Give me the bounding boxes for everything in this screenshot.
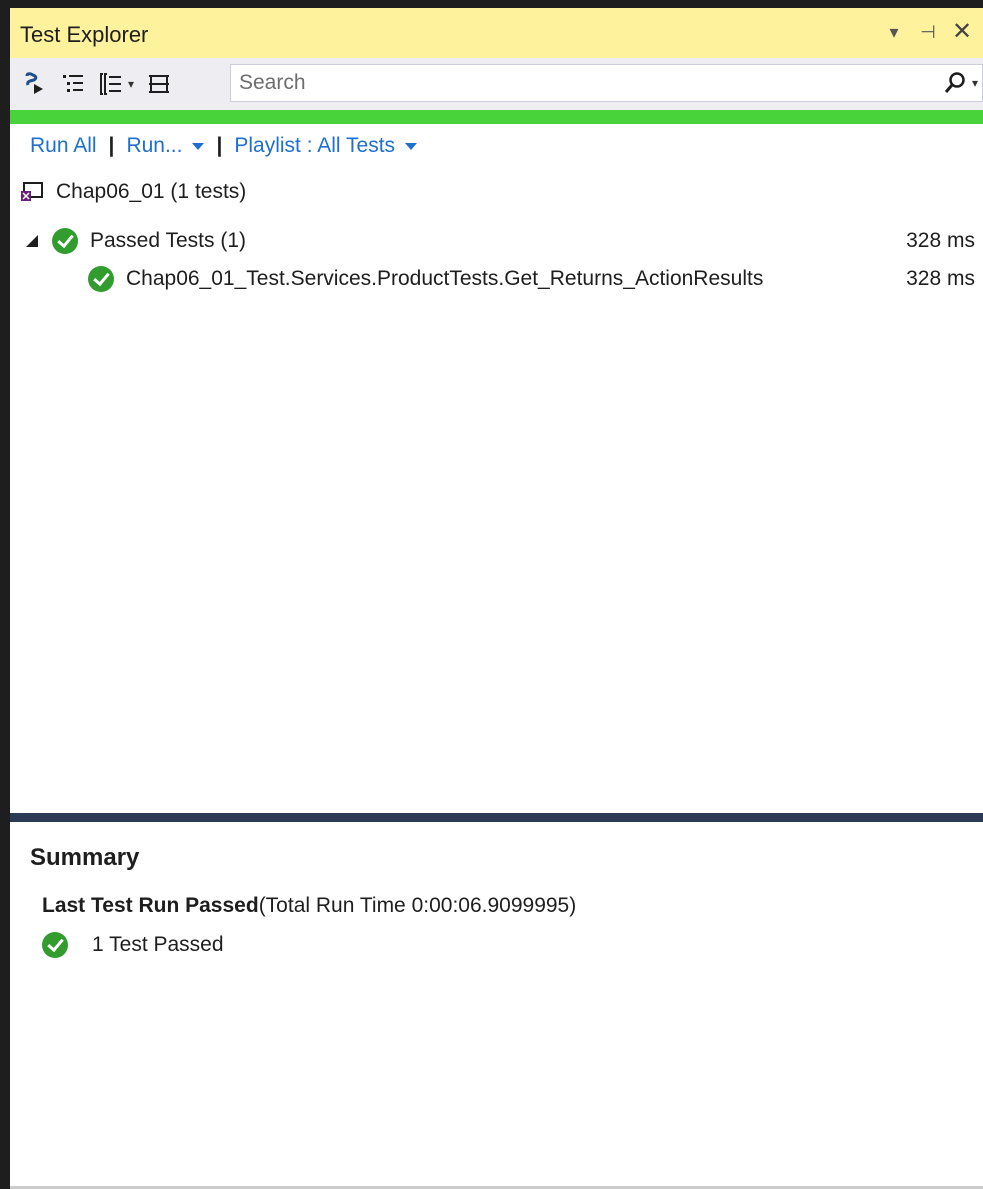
last-run-status: Last Test Run Passed [42, 894, 259, 917]
window-left-border [0, 0, 10, 1189]
search-options-dropdown-icon[interactable]: ▾ [972, 76, 978, 90]
toolbar: ▾ ▾ [10, 58, 983, 110]
run-dropdown-icon [192, 142, 205, 150]
playlist-dropdown-icon [405, 142, 418, 150]
window-title: Test Explorer [20, 22, 149, 47]
passed-count-row: 1 Test Passed [42, 928, 224, 962]
test-explorer-window: Test Explorer ▾ ⊣ ✕ ▾ Search ▾ Run All |… [0, 0, 983, 1189]
group-label: Passed Tests (1) [90, 229, 247, 252]
action-links: Run All | Run... | Playlist : All Tests [30, 130, 418, 162]
project-label: Chap06_01 (1 tests) [56, 180, 247, 203]
test-project-icon [21, 182, 43, 201]
toolbar-buttons: ▾ [22, 68, 172, 100]
run-tests-icon [25, 72, 43, 94]
playlist-label: Playlist : All Tests [234, 134, 396, 157]
close-icon[interactable]: ✕ [951, 18, 973, 46]
run-tests-button[interactable] [22, 70, 48, 98]
collapse-triangle-icon[interactable] [26, 235, 38, 247]
list-view-icon [100, 73, 121, 95]
search-icon [944, 72, 965, 93]
window-menu-dropdown-icon[interactable]: ▾ [883, 18, 905, 46]
test-name: Chap06_01_Test.Services.ProductTests.Get… [126, 267, 764, 290]
pin-icon[interactable]: ⊣ [917, 18, 939, 46]
title-controls: ▾ ⊣ ✕ [883, 18, 973, 46]
action-separator: | [108, 134, 115, 157]
run-dropdown-label: Run... [126, 134, 183, 157]
passed-check-icon [52, 228, 78, 254]
last-run-line: Last Test Run Passed(Total Run Time 0:00… [42, 894, 576, 918]
window-top-border [0, 0, 983, 8]
run-status-bar [10, 110, 983, 124]
run-all-link[interactable]: Run All [30, 134, 97, 158]
run-dropdown-link[interactable]: Run... [126, 134, 205, 158]
group-duration: 328 ms [906, 229, 975, 252]
pane-splitter[interactable] [10, 813, 983, 822]
passed-check-icon [88, 266, 114, 292]
playlist-button[interactable] [146, 70, 172, 98]
playlist-dropdown-link[interactable]: Playlist : All Tests [234, 134, 418, 158]
title-bar: Test Explorer ▾ ⊣ ✕ [10, 8, 983, 58]
search-box: ▾ [230, 64, 983, 102]
total-run-time: (Total Run Time 0:00:06.9099995) [258, 894, 577, 917]
test-duration: 328 ms [906, 267, 975, 290]
playlist-icon [149, 75, 170, 93]
action-separator: | [216, 134, 223, 157]
test-item[interactable]: Chap06_01_Test.Services.ProductTests.Get… [88, 262, 975, 296]
search-input[interactable] [239, 69, 899, 97]
passed-tests-group[interactable]: Passed Tests (1) 328 ms [20, 224, 975, 258]
group-by-icon [63, 75, 83, 92]
passed-count-label: 1 Test Passed [92, 933, 224, 956]
list-view-button[interactable] [98, 70, 124, 98]
search-button[interactable]: ▾ [942, 69, 978, 97]
summary-title: Summary [30, 844, 140, 871]
group-by-button[interactable] [60, 70, 86, 98]
passed-check-icon [42, 932, 68, 958]
project-header: Chap06_01 (1 tests) [20, 176, 246, 208]
list-view-dropdown-icon[interactable]: ▾ [128, 77, 134, 91]
